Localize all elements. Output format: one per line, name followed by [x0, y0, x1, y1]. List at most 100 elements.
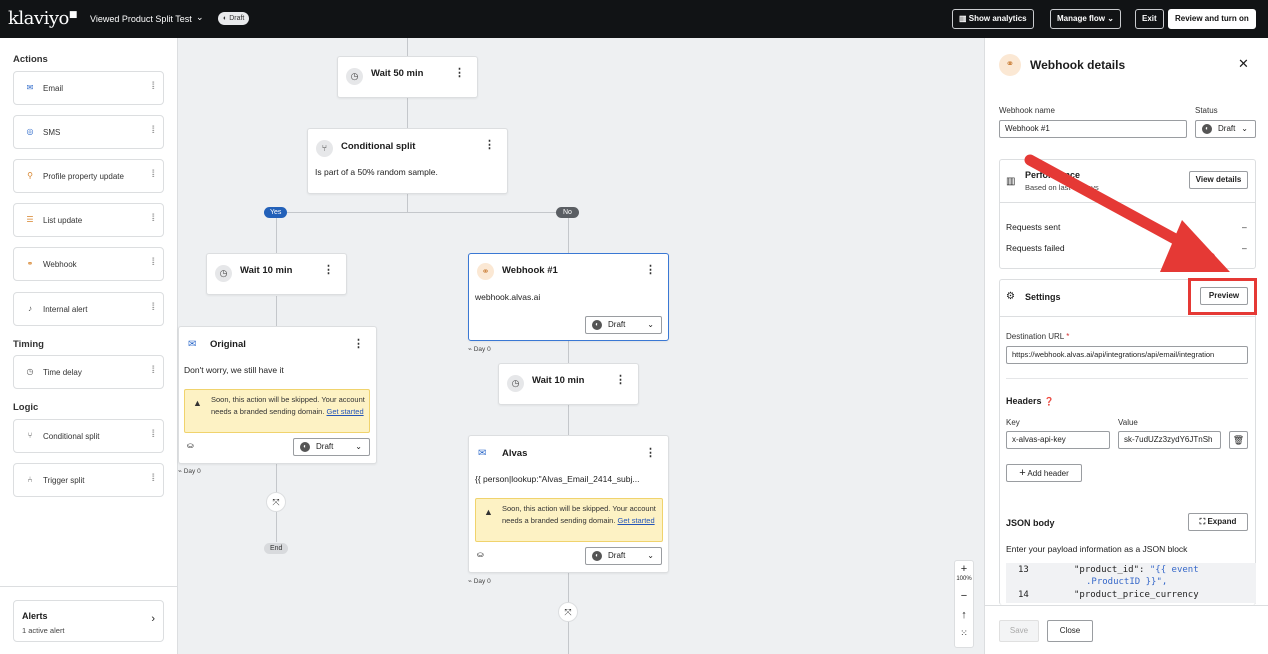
json-body-title: JSON body	[1006, 518, 1055, 528]
email-subject: {{ person|lookup:"Alvas_Email_2414_subj.…	[475, 474, 640, 484]
clock-icon: ◷	[507, 375, 524, 392]
more-options-icon[interactable]: ⋮	[645, 263, 656, 276]
alerts-card[interactable]: Alerts 1 active alert ›	[13, 600, 164, 642]
webhook-url: webhook.alvas.ai	[475, 292, 541, 302]
wait-50-min-node[interactable]: ◷ Wait 50 min ⋮	[337, 56, 478, 98]
connector	[276, 212, 277, 253]
add-step-button[interactable]: ⤧	[558, 602, 578, 622]
gear-icon: ⚙	[1006, 291, 1015, 302]
line-number: 14	[1018, 590, 1029, 600]
sidebar-item-email[interactable]: ✉ Email ⁞⁞	[13, 71, 164, 105]
webhook-node[interactable]: ⚭ Webhook #1 ⋮ webhook.alvas.ai ◐ Draft ⌄	[468, 253, 669, 341]
drag-handle-icon[interactable]: ⁞⁞	[151, 473, 154, 484]
sidebar-item-conditional-split[interactable]: ⑂ Conditional split ⁞⁞	[13, 419, 164, 453]
divider	[0, 586, 178, 587]
draft-icon: ◐	[592, 551, 602, 561]
json-editor[interactable]: 13 "product_id": "{{ event .ProductID }}…	[1006, 563, 1256, 603]
header-key-input[interactable]: x-alvas-api-key	[1006, 431, 1110, 449]
zoom-in-button[interactable]: +	[955, 561, 973, 576]
review-and-turn-on-button[interactable]: Review and turn on	[1168, 9, 1256, 29]
drag-handle-icon[interactable]: ⁞⁞	[151, 302, 154, 313]
clock-icon: ◷	[346, 68, 363, 85]
sms-icon: ◎	[26, 127, 34, 136]
sidebar-item-time-delay[interactable]: ◷ Time delay ⁞⁞	[13, 355, 164, 389]
save-button[interactable]: Save	[999, 620, 1039, 642]
destination-url-input[interactable]: https://webhook.alvas.ai/api/integration…	[1006, 346, 1248, 364]
sidebar-item-webhook[interactable]: ⚭ Webhook ⁞⁞	[13, 247, 164, 281]
chevron-down-icon[interactable]: ⌄	[196, 12, 204, 23]
drag-handle-icon[interactable]: ⁞⁞	[151, 257, 154, 268]
status-dropdown[interactable]: ◐ Draft ⌄	[585, 547, 662, 565]
close-icon[interactable]: ✕	[1238, 56, 1249, 72]
grid-icon[interactable]: ⁙	[955, 624, 973, 644]
mail-icon: ✉	[478, 448, 487, 459]
sidebar-item-list-update[interactable]: ☰ List update ⁞⁞	[13, 203, 164, 237]
original-email-node[interactable]: ✉ Original ⋮ Don't worry, we still have …	[178, 326, 377, 464]
more-options-icon[interactable]: ⋮	[454, 66, 465, 79]
more-options-icon[interactable]: ⋮	[484, 138, 495, 151]
status-select[interactable]: ◐ Draft ⌄	[1195, 120, 1256, 138]
wait-10-min-node[interactable]: ◷ Wait 10 min ⋮	[498, 363, 639, 405]
zoom-level: 100%	[956, 576, 972, 582]
drag-handle-icon[interactable]: ⁞⁞	[151, 365, 154, 376]
annotation-arrow	[1024, 154, 1230, 272]
expand-button[interactable]: ⛶ Expand	[1188, 513, 1248, 531]
connector	[407, 38, 408, 56]
destination-url-label: Destination URL *	[1006, 332, 1070, 341]
json-description: Enter your payload information as a JSON…	[1006, 544, 1188, 554]
divider	[999, 316, 1256, 317]
fit-view-button[interactable]: ↑	[955, 606, 973, 624]
help-icon[interactable]: ❓	[1044, 397, 1054, 406]
manage-flow-button[interactable]: Manage flow ⌄	[1050, 9, 1121, 29]
close-button[interactable]: Close	[1047, 620, 1093, 642]
status-label: Status	[1195, 106, 1218, 115]
divider	[1006, 378, 1248, 379]
show-analytics-button[interactable]: ▥ Show analytics	[952, 9, 1034, 29]
add-step-button[interactable]: ⤧	[266, 492, 286, 512]
drag-handle-icon[interactable]: ⁞⁞	[151, 81, 154, 92]
draft-icon: ◐	[1202, 124, 1212, 134]
chevron-down-icon: ⌄	[355, 442, 362, 451]
chevron-right-icon: ›	[151, 613, 155, 625]
connector	[568, 405, 569, 435]
get-started-link[interactable]: Get started	[327, 407, 364, 416]
header-value-input[interactable]: sk-7udUZz3zydY6JTnSh	[1118, 431, 1221, 449]
node-title: Original	[210, 339, 246, 350]
exit-button[interactable]: Exit	[1135, 9, 1164, 29]
drag-handle-icon[interactable]: ⁞⁞	[151, 125, 154, 136]
more-options-icon[interactable]: ⋮	[645, 446, 656, 459]
node-title: Conditional split	[341, 141, 416, 152]
more-options-icon[interactable]: ⋮	[323, 263, 334, 276]
flow-name[interactable]: Viewed Product Split Test	[90, 14, 192, 24]
more-options-icon[interactable]: ⋮	[353, 337, 364, 350]
klaviyo-logo[interactable]: klaviyo■	[8, 8, 77, 29]
status-dropdown[interactable]: ◐ Draft ⌄	[293, 438, 370, 456]
end-badge: End	[264, 543, 289, 554]
more-options-icon[interactable]: ⋮	[615, 373, 626, 386]
status-dropdown[interactable]: ◐ Draft ⌄	[585, 316, 662, 334]
drag-handle-icon[interactable]: ⁞⁞	[151, 169, 154, 180]
node-title: Webhook #1	[502, 265, 558, 276]
drag-handle-icon[interactable]: ⁞⁞	[151, 429, 154, 440]
zoom-out-button[interactable]: −	[955, 586, 973, 606]
node-title: Alvas	[502, 448, 528, 459]
panel-title: Webhook details	[1030, 58, 1126, 72]
email-subject: Don't worry, we still have it	[184, 365, 284, 375]
add-header-button[interactable]: + Add header	[1006, 464, 1082, 482]
sidebar-item-profile-property-update[interactable]: ⚲ Profile property update ⁞⁞	[13, 159, 164, 193]
connector	[276, 296, 277, 326]
trash-icon[interactable]: 🗑	[1229, 431, 1248, 449]
alvas-email-node[interactable]: ✉ Alvas ⋮ {{ person|lookup:"Alvas_Email_…	[468, 435, 669, 573]
sidebar-item-trigger-split[interactable]: ⑃ Trigger split ⁞⁞	[13, 463, 164, 497]
webhook-name-label: Webhook name	[999, 106, 1055, 115]
webhook-name-input[interactable]: Webhook #1	[999, 120, 1187, 138]
sidebar-item-sms[interactable]: ◎ SMS ⁞⁞	[13, 115, 164, 149]
sidebar-item-internal-alert[interactable]: ♪ Internal alert ⁞⁞	[13, 292, 164, 326]
get-started-link[interactable]: Get started	[618, 516, 655, 525]
drag-handle-icon[interactable]: ⁞⁞	[151, 213, 154, 224]
conditional-split-node[interactable]: ⑂ Conditional split ⋮ Is part of a 50% r…	[307, 128, 508, 194]
chevron-down-icon: ⌄	[1241, 124, 1248, 133]
wait-10-min-node[interactable]: ◷ Wait 10 min ⋮	[206, 253, 347, 295]
chart-icon: ▥	[959, 14, 967, 23]
code-line: "product_id": "{{ event	[1074, 565, 1199, 575]
